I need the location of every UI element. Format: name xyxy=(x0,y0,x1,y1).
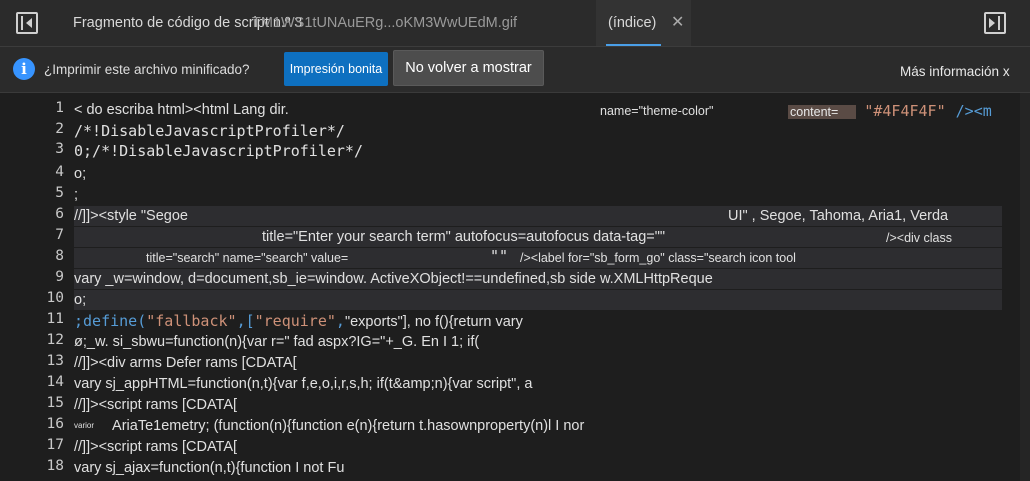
code-line-13: //]]><div arms Defer rams [CDATA[ xyxy=(74,355,297,371)
toggle-debugger-icon[interactable] xyxy=(984,12,1006,34)
code-text: /><label for="sb_form_go" class="search … xyxy=(520,251,796,265)
toggle-navigator-icon[interactable] xyxy=(16,12,38,34)
line-number: 15 xyxy=(46,395,64,411)
tab-gif-file[interactable]: TM1WS1tUNAuERg...oKM3WwUEdM.gif xyxy=(252,15,517,31)
tab-index[interactable]: (índice) ✕ xyxy=(596,0,691,46)
infobar-close-icon[interactable]: x xyxy=(1003,64,1010,79)
line-number: 18 xyxy=(46,458,64,474)
code-punct: , xyxy=(335,312,345,330)
more-info-label: Más información xyxy=(900,64,1000,79)
code-line-15: //]]><script rams [CDATA[ xyxy=(74,397,238,413)
line-number: 2 xyxy=(55,121,64,137)
code-line-7: title="Enter your search term" autofocus… xyxy=(262,229,666,245)
line-number: 3 xyxy=(55,141,64,157)
line-number: 7 xyxy=(55,227,64,243)
line-number: 5 xyxy=(55,185,64,201)
code-selection: content= xyxy=(788,105,857,119)
code-line-12: ø;_w. si_sbwu=function(n){var r=" fad as… xyxy=(74,334,480,350)
code-line-3: 0;/*!DisableJavascriptProfiler*/ xyxy=(74,142,363,160)
code-text: name="theme-color" xyxy=(600,104,714,118)
code-line-11: ;define("fallback",["require","exports"]… xyxy=(74,311,523,331)
line-number: 9 xyxy=(55,269,64,285)
line-number-gutter: 1 2 3 4 5 6 7 8 9 10 11 12 13 14 15 16 1… xyxy=(0,93,64,481)
code-text: AriaTe1emetry; (function(n){function e(n… xyxy=(112,418,585,434)
code-string: "fallback" xyxy=(146,312,237,330)
line-number: 11 xyxy=(46,311,64,327)
line-number: 10 xyxy=(46,290,64,306)
tab-bar: Fragmento de código de script n.º 3 TM1W… xyxy=(0,0,1030,47)
more-info-link[interactable]: Más información x xyxy=(900,64,1010,79)
code-text: UI" , Segoe, Tahoma, Aria1, Verda xyxy=(728,208,949,224)
code-line-5: ; xyxy=(74,187,79,203)
code-line-4: o; xyxy=(74,166,87,182)
code-text: varior xyxy=(74,421,95,430)
code-keyword: ;define( xyxy=(74,312,147,330)
infobar-message: ¿Imprimir este archivo minificado? xyxy=(44,62,250,77)
code-line-1-tail: content= "#4F4F4F" /><m xyxy=(788,101,992,121)
line-number: 12 xyxy=(46,332,64,348)
line-number: 14 xyxy=(46,374,64,390)
code-line-8: title="search" name="search" value= xyxy=(146,251,349,265)
code-tag: /><m xyxy=(955,102,992,120)
code-text: < do escriba html><html Lang dir. xyxy=(74,102,289,118)
code-string: "require" xyxy=(254,312,336,330)
code-line-1: < do escriba html><html Lang dir. xyxy=(74,100,289,120)
close-icon[interactable]: ✕ xyxy=(671,12,684,32)
line-number: 13 xyxy=(46,353,64,369)
code-string: "#4F4F4F" xyxy=(864,102,946,120)
code-line-16: varior AriaTe1emetry; (function(n){funct… xyxy=(74,416,584,436)
code-line-10: o; xyxy=(74,292,87,308)
pretty-print-button[interactable]: Impresión bonita xyxy=(284,52,388,86)
code-punct: ,[ xyxy=(236,312,255,330)
code-line-9: vary _w=window, d=document,sb_ie=window.… xyxy=(74,271,713,287)
active-tab-indicator xyxy=(606,44,661,46)
vertical-scrollbar[interactable] xyxy=(1020,93,1030,481)
line-number: 16 xyxy=(46,416,64,432)
code-line-6: //]]><style "Segoe xyxy=(74,208,188,224)
code-text: "exports"], no f(){return vary xyxy=(344,314,523,330)
code-string: "" xyxy=(490,247,509,265)
code-line-2: /*!DisableJavascriptProfiler*/ xyxy=(74,122,345,140)
code-text: /><div class xyxy=(886,231,953,245)
line-number: 17 xyxy=(46,437,64,453)
code-line-14: vary sj_appHTML=function(n,t){var f,e,o,… xyxy=(74,376,533,392)
info-icon: i xyxy=(13,58,35,80)
pretty-print-infobar: i ¿Imprimir este archivo minificado? Imp… xyxy=(0,47,1030,93)
line-number: 4 xyxy=(55,164,64,180)
dont-show-again-button[interactable]: No volver a mostrar xyxy=(393,50,544,86)
line-number: 8 xyxy=(55,248,64,264)
line-number: 6 xyxy=(55,206,64,222)
line-highlight xyxy=(74,290,1002,310)
code-editor[interactable]: 1 2 3 4 5 6 7 8 9 10 11 12 13 14 15 16 1… xyxy=(0,93,1030,481)
code-line-18: vary sj_ajax=function(n,t){function I no… xyxy=(74,460,345,476)
code-line-17: //]]><script rams [CDATA[ xyxy=(74,439,238,455)
tab-index-label: (índice) xyxy=(608,15,657,31)
line-number: 1 xyxy=(55,100,64,116)
